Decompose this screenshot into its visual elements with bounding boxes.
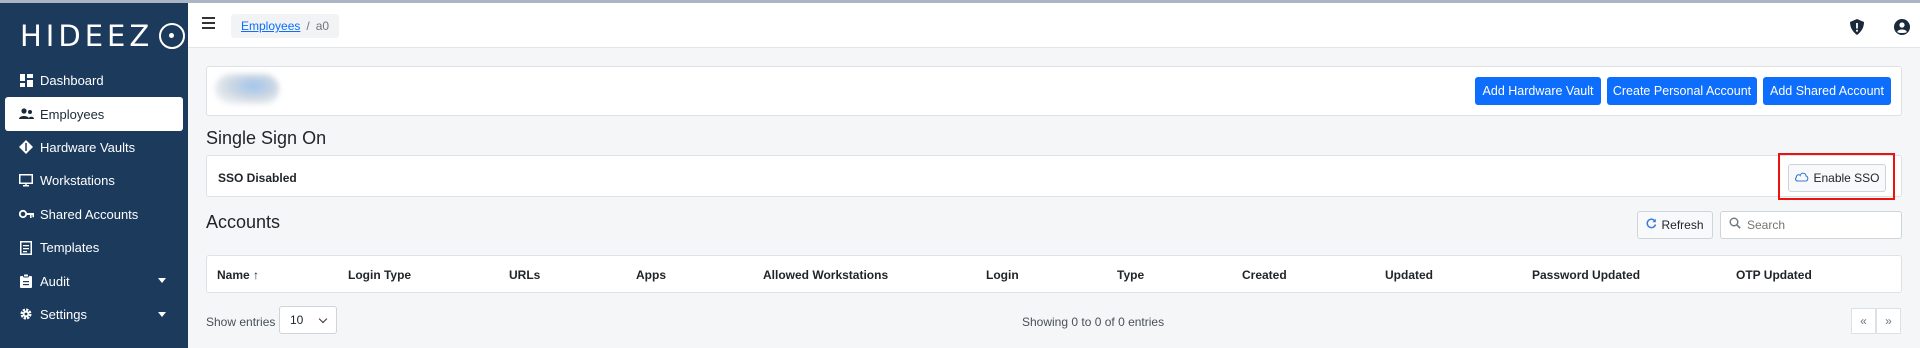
hamburger-menu-icon[interactable]	[202, 17, 218, 33]
sidebar-item-label: Audit	[40, 273, 70, 289]
column-header-otp-updated[interactable]: OTP Updated	[1736, 268, 1812, 282]
entries-summary: Showing 0 to 0 of 0 entries	[1022, 315, 1165, 329]
sso-card	[206, 155, 1902, 197]
dashboard-icon	[18, 73, 34, 89]
vault-icon	[18, 139, 34, 155]
chevron-down-icon	[158, 278, 166, 284]
next-page-button[interactable]: »	[1876, 308, 1901, 334]
highlight-box	[1778, 153, 1895, 200]
accounts-section-title: Accounts	[206, 212, 281, 232]
template-icon	[18, 240, 34, 256]
page-size-select[interactable]: 10	[279, 306, 337, 334]
breadcrumb-current: a0	[315, 19, 330, 33]
sidebar: HIDEEZ Dashboard Employees Hardware Vaul…	[0, 3, 188, 348]
logo-text: HIDEEZ	[20, 19, 154, 53]
sidebar-item-label: Dashboard	[40, 73, 104, 89]
monitor-icon	[18, 173, 34, 189]
column-header-login[interactable]: Login	[986, 268, 1019, 282]
sidebar-item-label: Settings	[40, 306, 87, 322]
accounts-table-header: Name ↑ Login Type URLs Apps Allowed Work…	[206, 255, 1902, 293]
breadcrumb-employees-link[interactable]: Employees	[241, 19, 300, 33]
column-header-login-type[interactable]: Login Type	[348, 268, 411, 282]
column-header-urls[interactable]: URLs	[509, 268, 540, 282]
column-header-type[interactable]: Type	[1117, 268, 1144, 282]
search-box[interactable]	[1720, 211, 1902, 239]
sidebar-item-dashboard[interactable]: Dashboard	[0, 64, 188, 97]
user-account-icon[interactable]	[1894, 19, 1910, 35]
refresh-icon	[1646, 218, 1657, 232]
sidebar-item-label: Employees	[40, 106, 105, 122]
search-icon	[1729, 216, 1741, 234]
hideez-logo[interactable]: HIDEEZ	[20, 19, 186, 53]
create-personal-account-button[interactable]: Create Personal Account	[1607, 77, 1757, 105]
column-header-created[interactable]: Created	[1242, 268, 1287, 282]
search-input[interactable]	[1747, 218, 1897, 232]
column-name-label: Name	[217, 268, 250, 282]
sso-section-title: Single Sign On	[206, 128, 327, 148]
avatar	[215, 74, 279, 104]
sidebar-item-workstations[interactable]: Workstations	[0, 164, 188, 197]
breadcrumb-separator: /	[306, 19, 310, 33]
shield-alert-icon[interactable]	[1849, 19, 1865, 35]
column-header-allowed-workstations[interactable]: Allowed Workstations	[763, 268, 888, 282]
chevron-down-icon	[318, 314, 328, 324]
breadcrumb: Employees / a0	[231, 14, 340, 38]
sidebar-item-label: Shared Accounts	[40, 206, 139, 222]
column-header-updated[interactable]: Updated	[1385, 268, 1433, 282]
chevron-down-icon	[158, 311, 166, 317]
clipboard-icon	[18, 273, 34, 289]
sidebar-nav: Dashboard Employees Hardware Vaults Work…	[0, 64, 188, 331]
add-hardware-vault-button[interactable]: Add Hardware Vault	[1475, 77, 1601, 105]
refresh-button[interactable]: Refresh	[1637, 211, 1713, 239]
sidebar-item-shared-accounts[interactable]: Shared Accounts	[0, 198, 188, 231]
gear-icon	[18, 306, 34, 322]
sso-status: SSO Disabled	[218, 171, 297, 185]
sidebar-item-templates[interactable]: Templates	[0, 231, 188, 264]
sidebar-item-employees[interactable]: Employees	[5, 97, 183, 131]
key-icon	[18, 206, 34, 222]
sidebar-item-audit[interactable]: Audit	[0, 264, 188, 297]
logo-mark-icon	[159, 23, 186, 49]
users-icon	[18, 106, 34, 122]
sidebar-item-hardware-vaults[interactable]: Hardware Vaults	[0, 131, 188, 164]
sidebar-item-label: Hardware Vaults	[40, 139, 136, 155]
column-header-apps[interactable]: Apps	[636, 268, 666, 282]
sidebar-item-label: Templates	[40, 240, 100, 256]
refresh-label: Refresh	[1661, 218, 1704, 232]
top-header: Employees / a0	[188, 3, 1920, 48]
sidebar-item-label: Workstations	[40, 173, 115, 189]
prev-page-button[interactable]: «	[1851, 308, 1876, 334]
sidebar-item-settings[interactable]: Settings	[0, 298, 188, 331]
column-header-password-updated[interactable]: Password Updated	[1532, 268, 1640, 282]
column-header-name[interactable]: Name ↑	[217, 268, 259, 282]
add-shared-account-button[interactable]: Add Shared Account	[1763, 77, 1891, 105]
show-entries-label: Show entries	[206, 315, 276, 329]
sort-ascending-icon: ↑	[253, 268, 260, 282]
page-size-value: 10	[290, 313, 304, 327]
